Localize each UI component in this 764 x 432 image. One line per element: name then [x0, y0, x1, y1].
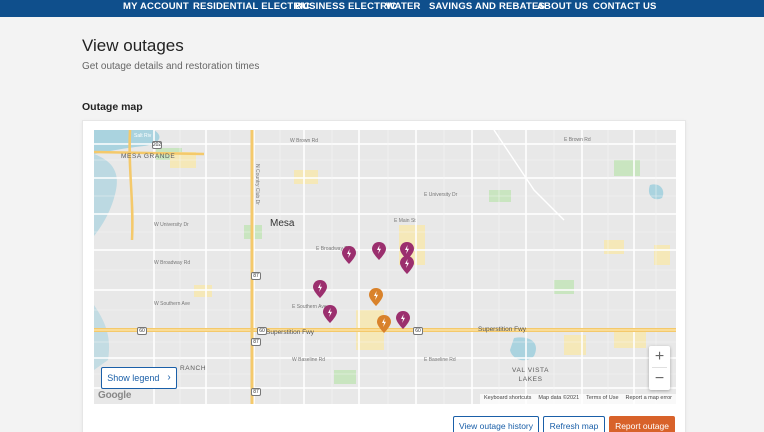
road-label-country-club: N Country Club Dr	[254, 164, 260, 205]
section-title: Outage map	[82, 101, 143, 113]
area-label-mesa-grande: MESA GRANDE	[121, 153, 176, 160]
map-base-layer	[94, 130, 676, 404]
nav-residential-electric[interactable]: RESIDENTIAL ELECTRIC	[193, 1, 310, 12]
nav-my-account[interactable]: MY ACCOUNT	[123, 1, 189, 12]
highway-shield: 87	[251, 272, 261, 280]
page-subtitle: Get outage details and restoration times	[82, 61, 260, 72]
terms-of-use-link[interactable]: Terms of Use	[586, 395, 618, 403]
road-label-brown-e: E Brown Rd	[564, 137, 591, 143]
nav-about-us[interactable]: ABOUT US	[537, 1, 588, 12]
outage-pin[interactable]	[342, 246, 356, 264]
nav-business-electric[interactable]: BUSINESS ELECTRIC	[295, 1, 397, 12]
nav-water[interactable]: WATER	[386, 1, 421, 12]
city-label-mesa: Mesa	[270, 218, 295, 229]
road-label-baseline-e: E Baseline Rd	[424, 357, 456, 363]
highway-shield: 60	[257, 327, 267, 335]
map-data-label: Map data ©2021	[538, 395, 580, 401]
outage-pin[interactable]	[313, 280, 327, 298]
show-legend-button[interactable]: Show legend ›	[101, 367, 177, 389]
nav-savings-and-rebates[interactable]: SAVINGS AND REBATES	[429, 1, 545, 12]
chevron-right-icon: ›	[167, 372, 171, 383]
highway-shield: 87	[251, 388, 261, 396]
freeway-label-east: Superstition Fwy	[478, 326, 527, 333]
map-attribution: Keyboard shortcuts Map data ©2021 Terms …	[479, 394, 676, 404]
outage-pin[interactable]	[323, 305, 337, 323]
outage-pin[interactable]	[372, 242, 386, 260]
zoom-controls: + −	[649, 346, 670, 390]
view-outage-history-button[interactable]: View outage history	[453, 416, 539, 432]
top-navigation: MY ACCOUNT RESIDENTIAL ELECTRIC BUSINESS…	[0, 0, 764, 17]
outage-map[interactable]: MESA GRANDE Mesa RANCH VAL VISTA LAKES S…	[94, 130, 676, 404]
show-legend-label: Show legend	[107, 373, 160, 383]
highway-shield: 60	[413, 327, 423, 335]
road-label-broadway-w: W Broadway Rd	[154, 260, 191, 266]
road-label-southern-e: E Southern Ave	[292, 304, 327, 310]
road-label-university-e: E University Dr	[424, 192, 458, 198]
report-map-error-link[interactable]: Report a map error	[626, 395, 672, 403]
nav-contact-us[interactable]: CONTACT US	[593, 1, 657, 12]
outage-pin[interactable]	[369, 288, 383, 306]
road-label-main-e: E Main St	[394, 218, 416, 224]
keyboard-shortcuts-link[interactable]: Keyboard shortcuts	[484, 395, 531, 403]
area-label-salt-river: Salt Riv	[134, 133, 152, 139]
zoom-in-button[interactable]: +	[649, 346, 670, 367]
zoom-out-button[interactable]: −	[649, 368, 670, 389]
report-outage-button[interactable]: Report outage	[609, 416, 675, 432]
page-title: View outages	[82, 36, 184, 55]
refresh-map-button[interactable]: Refresh map	[543, 416, 605, 432]
road-label-southern-w: W Southern Ave	[154, 301, 191, 307]
outage-pin[interactable]	[396, 311, 410, 329]
highway-shield: 60	[137, 327, 147, 335]
road-label-brown-w: W Brown Rd	[290, 138, 319, 144]
road-label-baseline-w: W Baseline Rd	[292, 357, 326, 363]
highway-shield: 87	[251, 338, 261, 346]
outage-pin[interactable]	[400, 256, 414, 274]
google-logo: Google	[98, 390, 132, 401]
outage-pin[interactable]	[377, 315, 391, 333]
area-label-ranch: RANCH	[180, 365, 207, 372]
road-label-university-w: W University Dr	[154, 222, 189, 228]
freeway-label-west: Superstition Fwy	[266, 329, 315, 336]
area-label-val-vista-lakes: VAL VISTA LAKES	[512, 367, 550, 383]
highway-shield: 202	[152, 141, 162, 149]
